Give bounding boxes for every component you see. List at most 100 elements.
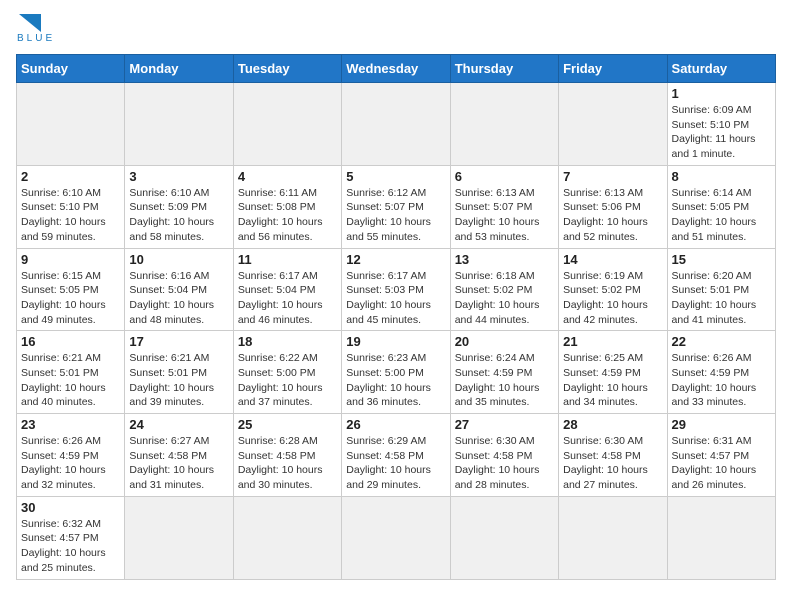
calendar-week-1: 1Sunrise: 6:09 AM Sunset: 5:10 PM Daylig… bbox=[17, 83, 776, 166]
day-info: Sunrise: 6:27 AM Sunset: 4:58 PM Dayligh… bbox=[129, 434, 228, 493]
calendar-week-6: 30 Sunrise: 6:32 AM Sunset: 4:57 PM Dayli… bbox=[17, 496, 776, 579]
calendar-cell: 28 Sunrise: 6:30 AM Sunset: 4:58 PM Dayli… bbox=[559, 414, 667, 497]
calendar-cell: 18 Sunrise: 6:22 AM Sunset: 5:00 PM Dayli… bbox=[233, 331, 341, 414]
calendar-cell bbox=[17, 83, 125, 166]
calendar-week-4: 16 Sunrise: 6:21 AM Sunset: 5:01 PM Dayli… bbox=[17, 331, 776, 414]
day-info: Sunrise: 6:12 AM Sunset: 5:07 PM Dayligh… bbox=[346, 186, 445, 245]
calendar-cell: 13Sunrise: 6:18 AM Sunset: 5:02 PM Dayli… bbox=[450, 248, 558, 331]
calendar-cell: 12 Sunrise: 6:17 AM Sunset: 5:03 PM Dayli… bbox=[342, 248, 450, 331]
calendar-cell: 29Sunrise: 6:31 AM Sunset: 4:57 PM Dayli… bbox=[667, 414, 775, 497]
calendar-cell: 9 Sunrise: 6:15 AM Sunset: 5:05 PM Daylig… bbox=[17, 248, 125, 331]
day-info: Sunrise: 6:30 AM Sunset: 4:58 PM Dayligh… bbox=[563, 434, 662, 493]
calendar-cell: 1Sunrise: 6:09 AM Sunset: 5:10 PM Daylig… bbox=[667, 83, 775, 166]
day-number: 9 bbox=[21, 252, 120, 267]
calendar-cell: 3 Sunrise: 6:10 AM Sunset: 5:09 PM Daylig… bbox=[125, 165, 233, 248]
day-info: Sunrise: 6:09 AM Sunset: 5:10 PM Dayligh… bbox=[672, 103, 771, 162]
calendar-cell: 26Sunrise: 6:29 AM Sunset: 4:58 PM Dayli… bbox=[342, 414, 450, 497]
day-number: 4 bbox=[238, 169, 337, 184]
day-number: 11 bbox=[238, 252, 337, 267]
day-number: 17 bbox=[129, 334, 228, 349]
day-info: Sunrise: 6:17 AM Sunset: 5:04 PM Dayligh… bbox=[238, 269, 337, 328]
calendar-cell bbox=[125, 496, 233, 579]
day-info: Sunrise: 6:30 AM Sunset: 4:58 PM Dayligh… bbox=[455, 434, 554, 493]
calendar-cell: 11 Sunrise: 6:17 AM Sunset: 5:04 PM Dayli… bbox=[233, 248, 341, 331]
day-number: 15 bbox=[672, 252, 771, 267]
calendar-cell bbox=[450, 496, 558, 579]
day-number: 28 bbox=[563, 417, 662, 432]
calendar-cell: 19 Sunrise: 6:23 AM Sunset: 5:00 PM Dayli… bbox=[342, 331, 450, 414]
day-info: Sunrise: 6:17 AM Sunset: 5:03 PM Dayligh… bbox=[346, 269, 445, 328]
day-info: Sunrise: 6:21 AM Sunset: 5:01 PM Dayligh… bbox=[21, 351, 120, 410]
calendar-cell: 5Sunrise: 6:12 AM Sunset: 5:07 PM Daylig… bbox=[342, 165, 450, 248]
calendar-cell: 21 Sunrise: 6:25 AM Sunset: 4:59 PM Dayli… bbox=[559, 331, 667, 414]
day-number: 20 bbox=[455, 334, 554, 349]
day-info: Sunrise: 6:26 AM Sunset: 4:59 PM Dayligh… bbox=[21, 434, 120, 493]
calendar-cell: 4 Sunrise: 6:11 AM Sunset: 5:08 PM Daylig… bbox=[233, 165, 341, 248]
calendar-cell bbox=[233, 496, 341, 579]
calendar-week-5: 23 Sunrise: 6:26 AM Sunset: 4:59 PM Dayli… bbox=[17, 414, 776, 497]
day-number: 12 bbox=[346, 252, 445, 267]
day-info: Sunrise: 6:20 AM Sunset: 5:01 PM Dayligh… bbox=[672, 269, 771, 328]
day-number: 7 bbox=[563, 169, 662, 184]
calendar-week-2: 2Sunrise: 6:10 AM Sunset: 5:10 PM Daylig… bbox=[17, 165, 776, 248]
page: BLUE SundayMondayTuesdayWednesdayThursda… bbox=[0, 0, 792, 590]
day-info: Sunrise: 6:13 AM Sunset: 5:07 PM Dayligh… bbox=[455, 186, 554, 245]
day-info: Sunrise: 6:23 AM Sunset: 5:00 PM Dayligh… bbox=[346, 351, 445, 410]
logo-sub: BLUE bbox=[17, 33, 55, 44]
day-number: 27 bbox=[455, 417, 554, 432]
calendar-cell bbox=[559, 83, 667, 166]
calendar-cell: 7 Sunrise: 6:13 AM Sunset: 5:06 PM Daylig… bbox=[559, 165, 667, 248]
calendar-cell: 27 Sunrise: 6:30 AM Sunset: 4:58 PM Dayli… bbox=[450, 414, 558, 497]
day-info: Sunrise: 6:21 AM Sunset: 5:01 PM Dayligh… bbox=[129, 351, 228, 410]
day-number: 6 bbox=[455, 169, 554, 184]
header: BLUE bbox=[16, 16, 776, 44]
day-number: 19 bbox=[346, 334, 445, 349]
day-number: 26 bbox=[346, 417, 445, 432]
day-info: Sunrise: 6:32 AM Sunset: 4:57 PM Dayligh… bbox=[21, 517, 120, 576]
calendar-cell bbox=[667, 496, 775, 579]
day-info: Sunrise: 6:10 AM Sunset: 5:09 PM Dayligh… bbox=[129, 186, 228, 245]
day-number: 18 bbox=[238, 334, 337, 349]
day-number: 30 bbox=[21, 500, 120, 515]
day-number: 24 bbox=[129, 417, 228, 432]
weekday-wednesday: Wednesday bbox=[342, 55, 450, 83]
day-info: Sunrise: 6:18 AM Sunset: 5:02 PM Dayligh… bbox=[455, 269, 554, 328]
day-info: Sunrise: 6:19 AM Sunset: 5:02 PM Dayligh… bbox=[563, 269, 662, 328]
day-number: 3 bbox=[129, 169, 228, 184]
calendar-cell: 8Sunrise: 6:14 AM Sunset: 5:05 PM Daylig… bbox=[667, 165, 775, 248]
day-number: 21 bbox=[563, 334, 662, 349]
day-info: Sunrise: 6:11 AM Sunset: 5:08 PM Dayligh… bbox=[238, 186, 337, 245]
calendar-cell: 10 Sunrise: 6:16 AM Sunset: 5:04 PM Dayli… bbox=[125, 248, 233, 331]
weekday-friday: Friday bbox=[559, 55, 667, 83]
day-info: Sunrise: 6:22 AM Sunset: 5:00 PM Dayligh… bbox=[238, 351, 337, 410]
weekday-monday: Monday bbox=[125, 55, 233, 83]
weekday-thursday: Thursday bbox=[450, 55, 558, 83]
day-info: Sunrise: 6:16 AM Sunset: 5:04 PM Dayligh… bbox=[129, 269, 228, 328]
calendar-cell: 14 Sunrise: 6:19 AM Sunset: 5:02 PM Dayli… bbox=[559, 248, 667, 331]
calendar-cell bbox=[342, 83, 450, 166]
calendar-cell: 22 Sunrise: 6:26 AM Sunset: 4:59 PM Dayli… bbox=[667, 331, 775, 414]
day-number: 22 bbox=[672, 334, 771, 349]
day-number: 23 bbox=[21, 417, 120, 432]
day-info: Sunrise: 6:15 AM Sunset: 5:05 PM Dayligh… bbox=[21, 269, 120, 328]
calendar-cell: 15 Sunrise: 6:20 AM Sunset: 5:01 PM Dayli… bbox=[667, 248, 775, 331]
calendar-cell bbox=[450, 83, 558, 166]
calendar-cell: 6 Sunrise: 6:13 AM Sunset: 5:07 PM Daylig… bbox=[450, 165, 558, 248]
calendar-table: SundayMondayTuesdayWednesdayThursdayFrid… bbox=[16, 54, 776, 580]
day-number: 14 bbox=[563, 252, 662, 267]
day-info: Sunrise: 6:26 AM Sunset: 4:59 PM Dayligh… bbox=[672, 351, 771, 410]
calendar-cell: 23 Sunrise: 6:26 AM Sunset: 4:59 PM Dayli… bbox=[17, 414, 125, 497]
calendar-week-3: 9 Sunrise: 6:15 AM Sunset: 5:05 PM Daylig… bbox=[17, 248, 776, 331]
calendar-cell bbox=[342, 496, 450, 579]
calendar-cell bbox=[125, 83, 233, 166]
day-info: Sunrise: 6:13 AM Sunset: 5:06 PM Dayligh… bbox=[563, 186, 662, 245]
day-number: 10 bbox=[129, 252, 228, 267]
day-info: Sunrise: 6:25 AM Sunset: 4:59 PM Dayligh… bbox=[563, 351, 662, 410]
day-number: 25 bbox=[238, 417, 337, 432]
calendar-cell: 20Sunrise: 6:24 AM Sunset: 4:59 PM Dayli… bbox=[450, 331, 558, 414]
weekday-sunday: Sunday bbox=[17, 55, 125, 83]
day-number: 16 bbox=[21, 334, 120, 349]
day-info: Sunrise: 6:31 AM Sunset: 4:57 PM Dayligh… bbox=[672, 434, 771, 493]
day-info: Sunrise: 6:28 AM Sunset: 4:58 PM Dayligh… bbox=[238, 434, 337, 493]
day-number: 8 bbox=[672, 169, 771, 184]
